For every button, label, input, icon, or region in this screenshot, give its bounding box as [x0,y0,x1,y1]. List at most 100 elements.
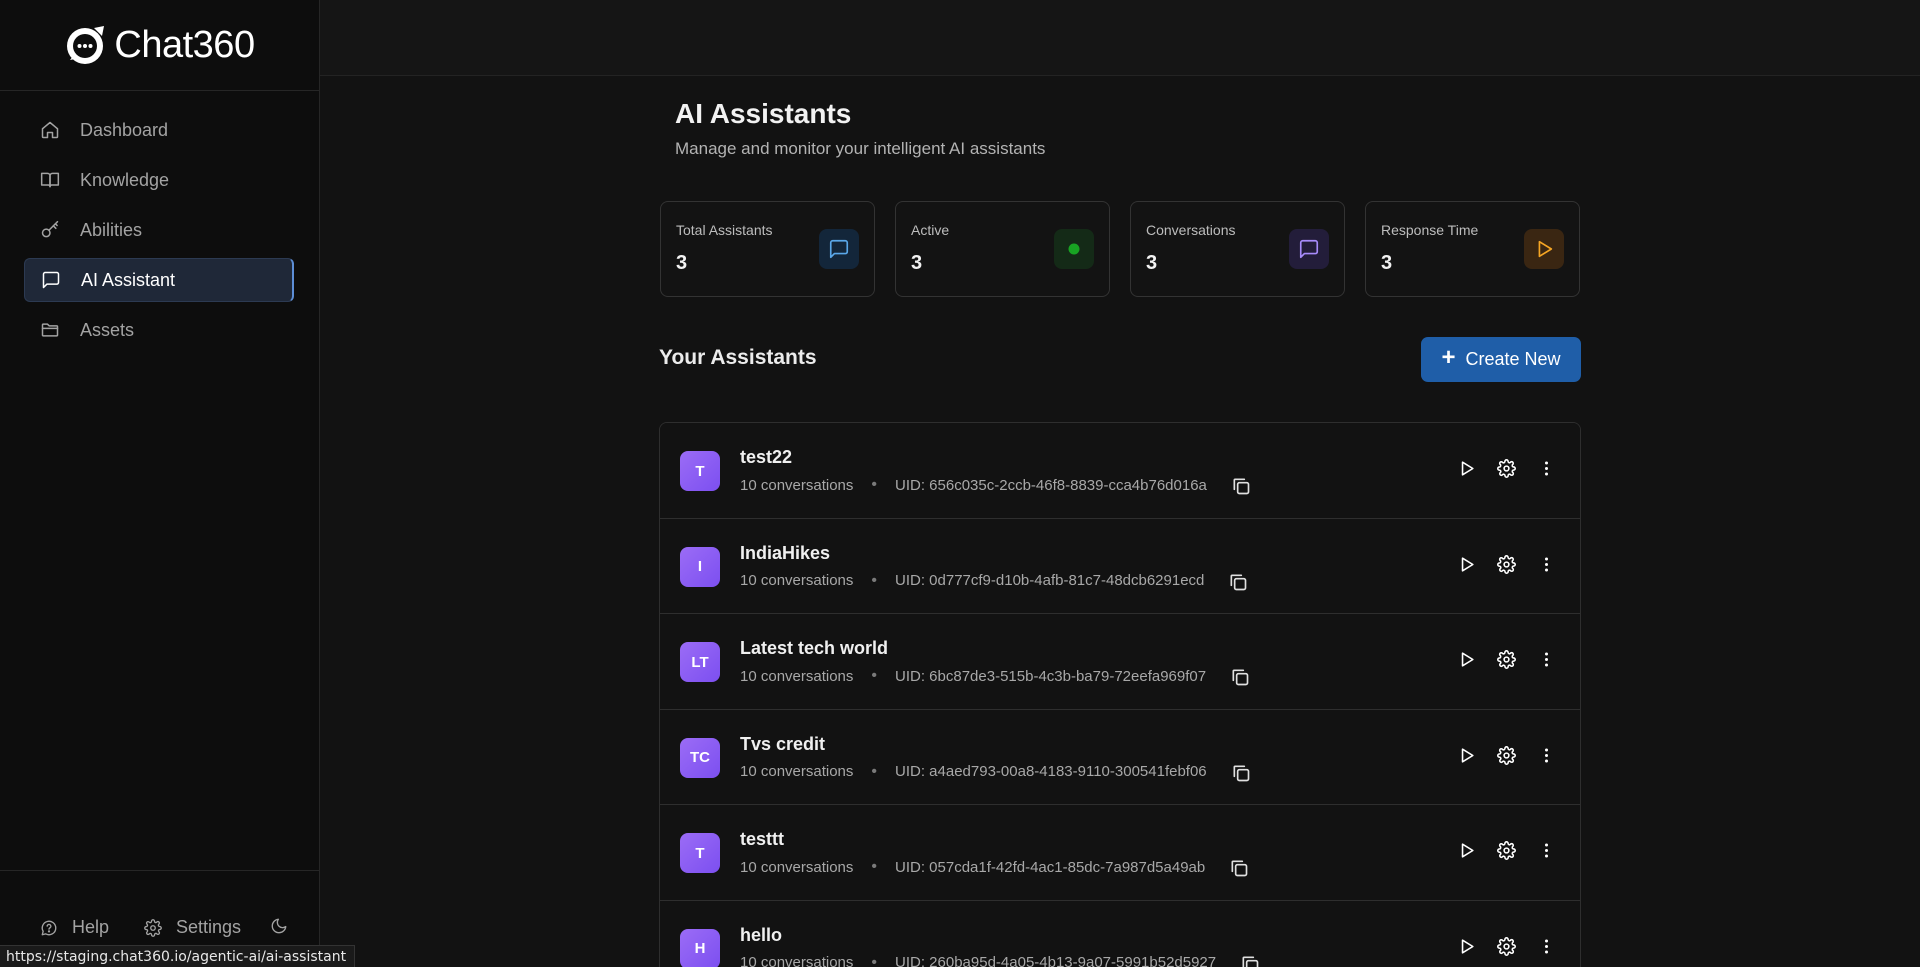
assistant-meta: 10 conversations • UID: a4aed793-00a8-41… [740,762,1251,782]
more-vertical-icon[interactable] [1537,841,1556,860]
stat-label: Conversations [1146,222,1236,238]
copy-icon[interactable] [1240,954,1260,967]
sidebar-item-abilities[interactable]: Abilities [24,208,294,252]
page-title: AI Assistants [675,98,852,129]
assistant-row[interactable]: T testtt 10 conversations • UID: 057cda1… [660,805,1580,901]
sidebar-item-label: Knowledge [80,169,170,190]
avatar: T [680,451,720,491]
stat-label: Total Assistants [676,222,773,238]
home-icon [41,121,59,139]
theme-toggle[interactable] [270,917,288,935]
stat-card-response-time: Response Time 3 [1365,201,1580,297]
assistant-meta: 10 conversations • UID: 656c035c-2ccb-46… [740,475,1251,495]
folder-icon [41,323,59,337]
sidebar-item-dashboard[interactable]: Dashboard [24,108,294,152]
gear-icon[interactable] [1497,745,1516,765]
copy-icon[interactable] [1228,572,1248,592]
more-vertical-icon[interactable] [1537,937,1556,956]
assistant-name[interactable]: hello [740,925,782,946]
settings-link[interactable]: Settings [144,917,241,938]
status-url: https://staging.chat360.io/agentic-ai/ai… [0,945,356,967]
assistant-name[interactable]: Latest tech world [740,638,888,659]
conversation-count: 10 conversations [740,476,854,494]
play-icon[interactable] [1457,650,1476,669]
play-icon[interactable] [1457,841,1476,860]
assistant-name[interactable]: IndiaHikes [740,543,830,564]
row-actions [1457,937,1556,956]
avatar: T [680,833,720,874]
assistant-row[interactable]: T test22 10 conversations • UID: 656c035… [660,423,1580,519]
assistant-uid: UID: 0d777cf9-d10b-4afb-81c7-48dcb6291ec… [895,572,1205,590]
copy-icon[interactable] [1230,667,1250,687]
sidebar-item-label: Abilities [80,219,143,240]
conversation-count: 10 conversations [740,954,854,967]
play-icon[interactable] [1457,459,1476,478]
chat-icon [1289,229,1329,269]
help-link[interactable]: Help [40,917,109,938]
gear-icon[interactable] [1497,554,1516,574]
sidebar-item-assets[interactable]: Assets [24,308,294,352]
assistant-meta: 10 conversations • UID: 6bc87de3-515b-4c… [740,666,1250,686]
assistant-uid: UID: a4aed793-00a8-4183-9110-300541febf0… [895,763,1207,781]
avatar: LT [680,642,720,683]
gear-icon[interactable] [1497,937,1516,956]
gear-icon[interactable] [1497,459,1516,478]
assistant-row[interactable]: H hello 10 conversations • UID: 260ba95d… [660,900,1580,967]
assistant-uid: UID: 057cda1f-42fd-4ac1-85dc-7a987d5a49a… [895,858,1206,876]
conversation-count: 10 conversations [740,858,854,876]
create-new-button[interactable]: + Create New [1421,337,1581,382]
assistant-row[interactable]: I IndiaHikes 10 conversations • UID: 0d7… [660,518,1580,615]
stat-card-total-assistants: Total Assistants 3 [660,201,875,297]
sidebar-item-knowledge[interactable]: Knowledge [24,158,294,202]
copy-icon[interactable] [1231,476,1251,496]
more-vertical-icon[interactable] [1537,650,1556,669]
sidebar: Chat360 Dashboard Knowledge Abilities AI… [0,0,320,967]
separator-dot: • [871,571,878,589]
play-icon[interactable] [1457,937,1476,956]
assistant-name[interactable]: testtt [740,829,784,850]
assistant-uid: UID: 656c035c-2ccb-46f8-8839-cca4b76d016… [895,476,1207,494]
assistant-row[interactable]: TC Tvs credit 10 conversations • UID: a4… [660,709,1580,806]
conversation-count: 10 conversations [740,667,854,685]
play-icon[interactable] [1457,555,1476,574]
separator-dot: • [871,476,878,493]
play-icon[interactable] [1457,746,1476,765]
separator-dot: • [871,953,878,967]
sidebar-item-ai-assistant[interactable]: AI Assistant [24,258,294,302]
assistant-meta: 10 conversations • UID: 0d777cf9-d10b-4a… [740,571,1248,591]
avatar: I [680,546,720,587]
avatar: H [680,928,720,967]
row-actions [1457,459,1556,478]
assistant-row[interactable]: LT Latest tech world 10 conversations • … [660,614,1580,710]
more-vertical-icon[interactable] [1537,555,1556,574]
stat-card-active: Active 3 [895,201,1110,297]
assistant-name[interactable]: Tvs credit [740,734,825,755]
assistant-uid: UID: 6bc87de3-515b-4c3b-ba79-72eefa969f0… [895,667,1207,685]
stat-value: 3 [676,252,688,274]
separator-dot: • [871,667,878,685]
stat-card-conversations: Conversations 3 [1130,201,1345,297]
gear-icon[interactable] [1497,841,1516,861]
stat-label: Response Time [1381,222,1479,238]
stat-label: Active [911,222,950,238]
logo[interactable]: Chat360 [0,0,319,91]
assistant-list: T test22 10 conversations • UID: 656c035… [659,422,1581,967]
stat-value: 3 [1146,252,1158,274]
moon-icon [271,918,287,934]
help-icon [41,920,57,935]
separator-dot: • [871,858,878,876]
assistant-name[interactable]: test22 [740,447,792,468]
more-vertical-icon[interactable] [1537,746,1556,765]
chat-logo-icon [64,22,110,68]
copy-icon[interactable] [1229,858,1249,878]
stat-value: 3 [911,252,923,274]
conversation-count: 10 conversations [740,763,854,781]
gear-icon[interactable] [1497,650,1516,670]
more-vertical-icon[interactable] [1537,459,1556,478]
chat-icon [819,229,859,269]
copy-icon[interactable] [1231,763,1251,783]
row-actions [1457,745,1556,765]
sidebar-item-label: AI Assistant [81,269,176,290]
assistant-uid: UID: 260ba95d-4a05-4b13-9a07-5991b52d592… [895,954,1217,967]
stat-value: 3 [1381,252,1393,274]
